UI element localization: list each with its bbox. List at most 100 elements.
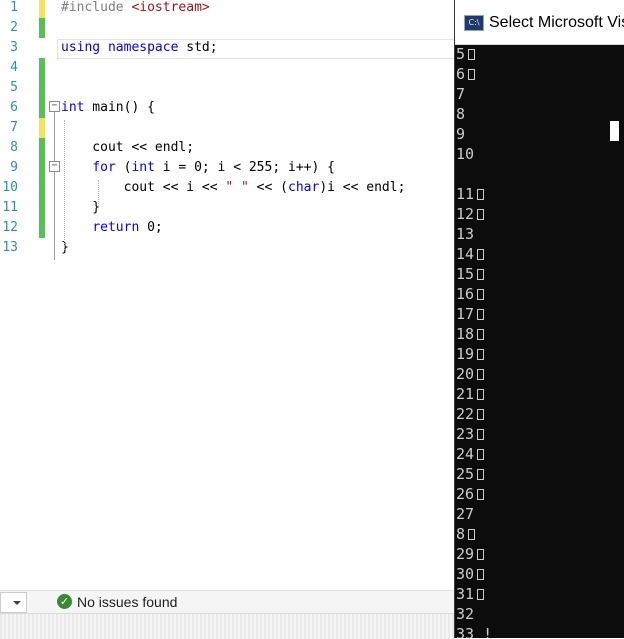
code-line[interactable]: 4 [0, 58, 455, 78]
console-line: 30 [456, 564, 485, 584]
code-line[interactable]: 12 return 0; [0, 218, 455, 238]
code-line[interactable]: 8 cout << endl; [0, 138, 455, 158]
console-line: 13 [456, 224, 474, 244]
console-line-text: 15 [456, 265, 475, 283]
code-line[interactable]: 10 cout << i << " " << (char)i << endl; [0, 178, 455, 198]
code-text[interactable]: return 0; [61, 218, 163, 238]
code-line[interactable]: 5 [0, 78, 455, 98]
console-line-text: 14 [456, 245, 475, 263]
console-line: 8 [456, 524, 476, 544]
console-line-text: 32 [456, 605, 475, 623]
unprintable-char-glyph [477, 289, 485, 300]
unprintable-char-glyph [477, 469, 485, 480]
code-text[interactable]: for (int i = 0; i < 255; i++) { [61, 158, 335, 178]
issues-status-text[interactable]: No issues found [77, 593, 177, 611]
console-line-text: 13 [456, 225, 475, 243]
code-line[interactable]: 13} [0, 238, 455, 258]
code-token: for [92, 160, 116, 175]
code-token: char [288, 180, 320, 195]
code-text[interactable]: cout << endl; [61, 138, 194, 158]
text-cursor [610, 121, 619, 141]
line-number: 11 [2, 200, 18, 215]
code-token: #include [61, 0, 132, 15]
zoom-dropdown[interactable] [0, 592, 27, 613]
console-line: 11 [456, 184, 485, 204]
console-line-text: 31 [456, 585, 475, 603]
console-line-text: 5 [456, 45, 466, 63]
code-line[interactable]: 1 #include <iostream> [0, 0, 455, 18]
change-indicator [39, 198, 45, 218]
line-number: 6 [10, 100, 18, 115]
editor-status-bar: ✓ No issues found [0, 590, 455, 613]
code-line[interactable]: 2 [0, 18, 455, 38]
console-line: 25 [456, 464, 485, 484]
console-line: 27 [456, 504, 474, 524]
console-line: 15 [456, 264, 485, 284]
console-line-text: 9 [456, 125, 466, 143]
code-editor[interactable]: 1 #include <iostream> 2 3 using namespace st… [0, 0, 455, 590]
console-line: 6 [456, 64, 476, 84]
console-line-text: 33 ! [456, 625, 493, 638]
unprintable-char-glyph [477, 329, 485, 340]
code-text[interactable]: int main() { [61, 98, 155, 118]
console-titlebar[interactable]: C:\ Select Microsoft Visu [455, 0, 624, 45]
line-number: 5 [10, 80, 18, 95]
unprintable-char-glyph [468, 69, 476, 80]
console-line: 9 [456, 124, 465, 144]
indent-guide [64, 120, 65, 250]
code-token: i = 0; i < 255; i++) { [154, 160, 335, 175]
code-text[interactable]: cout << i << " " << (char)i << endl; [61, 178, 406, 198]
change-indicator [39, 138, 45, 158]
code-token: int [61, 100, 85, 115]
unprintable-char-glyph [468, 49, 476, 60]
change-indicator [39, 0, 45, 18]
console-line-text: 21 [456, 385, 475, 403]
console-line: 7 [456, 84, 465, 104]
code-token: } [61, 200, 101, 215]
console-line-text: 11 [456, 185, 475, 203]
code-line[interactable]: 11 } [0, 198, 455, 218]
unprintable-char-glyph [477, 549, 485, 560]
line-number: 10 [2, 180, 18, 195]
collapse-main-icon[interactable]: − [49, 101, 60, 112]
check-circle-icon[interactable]: ✓ [57, 594, 72, 609]
console-line: 29 [456, 544, 485, 564]
code-token: 0; [139, 220, 163, 235]
console-line: 14 [456, 244, 485, 264]
console-line-text: 22 [456, 405, 475, 423]
console-line-text: 30 [456, 565, 475, 583]
console-line: 8 [456, 104, 465, 124]
change-indicator [39, 178, 45, 198]
unprintable-char-glyph [477, 449, 485, 460]
collapse-for-icon[interactable]: − [49, 161, 60, 172]
unprintable-char-glyph [468, 529, 476, 540]
change-indicator [39, 78, 45, 98]
code-line[interactable]: 6 int main() { [0, 98, 455, 118]
code-line[interactable]: 7 [0, 118, 455, 138]
console-line: 31 [456, 584, 485, 604]
console-line: 33 ! [456, 624, 492, 638]
code-line[interactable]: 9 for (int i = 0; i < 255; i++) { [0, 158, 455, 178]
indent-guide [98, 180, 99, 208]
console-line-text: 8 [456, 105, 466, 123]
unprintable-char-glyph [477, 389, 485, 400]
line-number: 4 [10, 60, 18, 75]
unprintable-char-glyph [477, 589, 485, 600]
code-text[interactable]: } [61, 198, 100, 218]
console-line-text: 24 [456, 445, 475, 463]
console-line-text: 29 [456, 545, 475, 563]
unprintable-char-glyph [477, 309, 485, 320]
code-text[interactable]: using namespace std; [61, 38, 218, 58]
console-window[interactable]: C:\ Select Microsoft Visu 5 6 7 8 9 10 11 12 13 1… [454, 0, 624, 638]
console-line: 26 [456, 484, 485, 504]
code-line[interactable]: 3 using namespace std; [0, 38, 455, 58]
console-line: 23 [456, 424, 485, 444]
console-line-text: 16 [456, 285, 475, 303]
unprintable-char-glyph [477, 349, 485, 360]
code-token: return [92, 220, 140, 235]
console-line: 24 [456, 444, 485, 464]
code-text[interactable]: #include <iostream> [61, 0, 210, 18]
change-indicator [39, 58, 45, 78]
